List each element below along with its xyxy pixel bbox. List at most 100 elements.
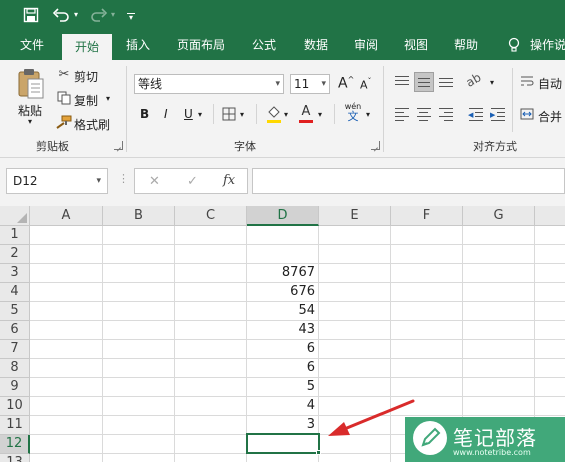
- cell-d11[interactable]: 3: [247, 415, 317, 434]
- formula-bar-resize-handle[interactable]: ⋮: [118, 172, 129, 185]
- underline-button[interactable]: U: [184, 107, 193, 121]
- borders-dropdown-icon[interactable]: ▾: [240, 110, 244, 119]
- row-header-1[interactable]: 1: [0, 226, 30, 245]
- paste-icon[interactable]: [16, 68, 46, 100]
- merge-center-button[interactable]: 合并: [538, 108, 562, 125]
- tab-insert[interactable]: 插入: [118, 30, 158, 60]
- paste-dropdown-icon[interactable]: ▾: [28, 117, 32, 126]
- tab-formulas[interactable]: 公式: [244, 30, 284, 60]
- font-launcher-icon[interactable]: [371, 141, 380, 150]
- align-middle-icon[interactable]: [414, 72, 434, 92]
- orientation-dropdown-icon[interactable]: ▾: [490, 78, 494, 87]
- row-header-2[interactable]: 2: [0, 245, 30, 264]
- ribbon-divider: [334, 104, 335, 124]
- ribbon-divider: [256, 104, 257, 124]
- row-header-12[interactable]: 12: [0, 435, 30, 454]
- align-bottom-icon[interactable]: [436, 72, 456, 92]
- italic-button[interactable]: I: [164, 107, 168, 121]
- row-header-8[interactable]: 8: [0, 359, 30, 378]
- column-header-overflow[interactable]: [535, 206, 565, 226]
- active-cell-d12[interactable]: [246, 433, 320, 454]
- font-color-icon[interactable]: A: [298, 104, 314, 124]
- save-icon[interactable]: [20, 4, 42, 26]
- align-top-icon[interactable]: [392, 72, 412, 92]
- column-header-e[interactable]: E: [319, 206, 391, 226]
- align-right-icon[interactable]: [436, 104, 456, 124]
- tab-data[interactable]: 数据: [296, 30, 336, 60]
- cell-d8[interactable]: 6: [247, 358, 317, 377]
- format-painter-icon: [56, 115, 72, 129]
- grow-font-button[interactable]: A^: [338, 75, 354, 92]
- tab-review[interactable]: 审阅: [346, 30, 386, 60]
- insert-function-icon[interactable]: fx: [223, 173, 235, 188]
- tab-help[interactable]: 帮助: [446, 30, 486, 60]
- borders-icon[interactable]: [222, 107, 236, 121]
- tab-file[interactable]: 文件: [10, 30, 54, 60]
- column-header-a[interactable]: A: [30, 206, 103, 226]
- row-header-5[interactable]: 5: [0, 302, 30, 321]
- font-color-dropdown-icon[interactable]: ▾: [318, 110, 322, 119]
- font-name-select[interactable]: 等线 ▾: [134, 74, 284, 94]
- phonetic-guide-button[interactable]: wén 文: [344, 102, 362, 123]
- shrink-font-letter: A: [360, 78, 368, 92]
- column-header-f[interactable]: F: [391, 206, 463, 226]
- shrink-font-button[interactable]: Aˇ: [360, 77, 372, 92]
- cell-d7[interactable]: 6: [247, 339, 317, 358]
- tab-view[interactable]: 视图: [396, 30, 436, 60]
- row-header-9[interactable]: 9: [0, 378, 30, 397]
- row-header-13[interactable]: 13: [0, 454, 30, 462]
- undo-icon[interactable]: [50, 4, 72, 26]
- row-header-6[interactable]: 6: [0, 321, 30, 340]
- copy-dropdown-icon[interactable]: ▾: [106, 94, 110, 103]
- font-size-select[interactable]: 11 ▾: [290, 74, 330, 94]
- row-header-10[interactable]: 10: [0, 397, 30, 416]
- row-header-3[interactable]: 3: [0, 264, 30, 283]
- cell-d3[interactable]: 8767: [247, 263, 317, 282]
- tab-home[interactable]: 开始: [62, 34, 112, 60]
- orientation-icon[interactable]: ab: [464, 70, 484, 90]
- fill-handle[interactable]: [316, 450, 321, 455]
- copy-icon: [57, 91, 71, 105]
- copy-button[interactable]: 复制: [74, 92, 98, 109]
- fill-color-icon[interactable]: [266, 104, 282, 124]
- watermark: 笔记部落 www.notetribe.com: [405, 417, 565, 462]
- column-header-c[interactable]: C: [175, 206, 247, 226]
- column-header-d[interactable]: D: [247, 206, 319, 226]
- underline-dropdown-icon[interactable]: ▾: [198, 110, 202, 119]
- align-left-icon[interactable]: [392, 104, 412, 124]
- name-box[interactable]: D12 ▾: [6, 168, 108, 194]
- cell-d4[interactable]: 676: [247, 282, 317, 301]
- undo-dropdown-icon[interactable]: ▾: [71, 4, 81, 26]
- format-painter-button[interactable]: 格式刷: [74, 116, 110, 133]
- wrap-text-icon: [520, 74, 534, 88]
- bold-button[interactable]: B: [140, 107, 149, 121]
- lightbulb-icon[interactable]: [504, 30, 524, 60]
- tab-page-layout[interactable]: 页面布局: [170, 30, 232, 60]
- row-header-11[interactable]: 11: [0, 416, 30, 435]
- cut-button[interactable]: 剪切: [74, 68, 98, 85]
- redo-dropdown-icon[interactable]: ▾: [108, 4, 118, 26]
- cell-d9[interactable]: 5: [247, 377, 317, 396]
- cancel-icon[interactable]: ✕: [149, 174, 160, 189]
- column-header-b[interactable]: B: [103, 206, 175, 226]
- enter-icon[interactable]: ✓: [187, 174, 198, 189]
- decrease-indent-icon[interactable]: ◀: [466, 104, 486, 124]
- align-center-icon[interactable]: [414, 104, 434, 124]
- clipboard-launcher-icon[interactable]: [114, 141, 123, 150]
- wrap-text-button[interactable]: 自动: [538, 75, 562, 92]
- quick-access-toolbar: ▾ ▾ ▾: [0, 0, 565, 30]
- cell-d6[interactable]: 43: [247, 320, 317, 339]
- fill-color-dropdown-icon[interactable]: ▾: [284, 110, 288, 119]
- increase-indent-icon[interactable]: ▶: [488, 104, 508, 124]
- redo-icon[interactable]: [88, 4, 110, 26]
- select-all-button[interactable]: [0, 206, 30, 226]
- column-header-g[interactable]: G: [463, 206, 535, 226]
- row-header-4[interactable]: 4: [0, 283, 30, 302]
- tab-tell-me[interactable]: 操作说: [530, 30, 565, 60]
- customize-qat-icon[interactable]: ▾: [124, 4, 138, 26]
- row-header-7[interactable]: 7: [0, 340, 30, 359]
- phonetic-dropdown-icon[interactable]: ▾: [366, 110, 370, 119]
- cell-d5[interactable]: 54: [247, 301, 317, 320]
- formula-input[interactable]: [252, 168, 565, 194]
- cell-d10[interactable]: 4: [247, 396, 317, 415]
